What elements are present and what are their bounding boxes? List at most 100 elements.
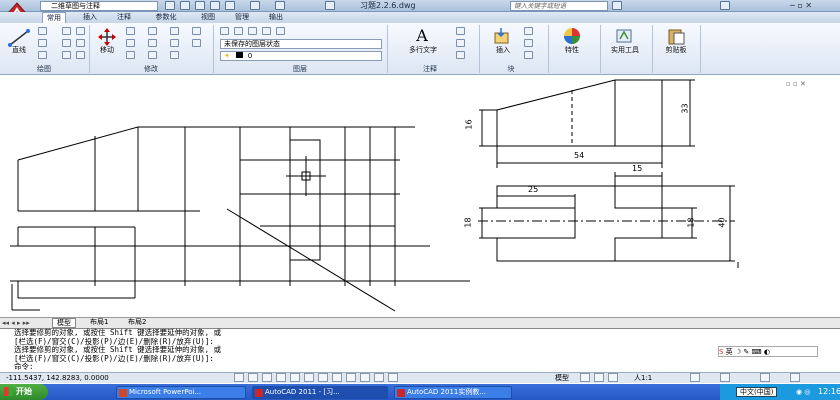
redo-icon[interactable]: [275, 1, 285, 10]
layer-off-icon[interactable]: [234, 27, 243, 35]
window-controls[interactable]: ─ ▫ ✕: [790, 1, 840, 11]
point-icon[interactable]: [76, 27, 85, 35]
layer-select[interactable]: ☀ 0: [220, 51, 382, 61]
table-icon[interactable]: [76, 51, 85, 59]
quick-properties-icon[interactable]: [388, 373, 398, 382]
start-button[interactable]: 开始: [0, 384, 48, 400]
linear-dimension-icon[interactable]: [456, 27, 465, 35]
open-icon[interactable]: [180, 1, 190, 10]
tab-layout2[interactable]: 布局2: [124, 318, 150, 328]
tab-view[interactable]: 视图: [196, 12, 220, 23]
layer-lock-icon[interactable]: [262, 27, 271, 35]
insert-button-label[interactable]: 插入: [488, 45, 518, 55]
region-icon[interactable]: [76, 39, 85, 47]
taskbar-autocad-2[interactable]: AutoCAD 2011实例教...: [394, 386, 512, 399]
create-block-icon[interactable]: [524, 27, 533, 35]
rectangle-icon[interactable]: [62, 27, 71, 35]
properties-button-label[interactable]: 特性: [556, 45, 588, 55]
erase-icon[interactable]: [170, 27, 179, 35]
fillet-icon[interactable]: [170, 39, 179, 47]
dyn-icon[interactable]: [346, 373, 356, 382]
table-tool-icon[interactable]: [456, 51, 465, 59]
plot-icon[interactable]: [225, 1, 235, 10]
help-icon[interactable]: [720, 1, 730, 10]
command-window[interactable]: 选择要修剪的对象, 或按住 Shift 键选择要延伸的对象, 或 [栏选(F)/…: [0, 328, 840, 372]
layer-freeze-icon[interactable]: [248, 27, 257, 35]
layer-match-icon[interactable]: [276, 27, 285, 35]
explode-icon[interactable]: [192, 27, 201, 35]
hatch-icon[interactable]: [62, 39, 71, 47]
circle-icon[interactable]: [38, 39, 47, 47]
panel-annotation-title[interactable]: 注释: [388, 65, 472, 74]
tab-home[interactable]: 常用: [42, 12, 66, 23]
undo-icon[interactable]: [250, 1, 260, 10]
ime-toolbar[interactable]: S 英 ☽ ✎ ⌨ ◐: [718, 346, 818, 357]
panel-draw-title[interactable]: 绘图: [0, 65, 88, 74]
move-button-label[interactable]: 移动: [94, 45, 120, 55]
utilities-icon[interactable]: [614, 27, 634, 45]
tab-output[interactable]: 输出: [264, 12, 288, 23]
tab-layout1[interactable]: 布局1: [86, 318, 112, 328]
properties-icon[interactable]: [562, 27, 582, 45]
clipboard-icon[interactable]: [666, 27, 686, 45]
panel-block-title[interactable]: 块: [480, 65, 542, 74]
qat-dropdown-icon[interactable]: [325, 1, 335, 10]
tray-icons[interactable]: ◉ ◎: [796, 388, 810, 396]
annotation-visibility-icon[interactable]: [690, 373, 700, 382]
polar-icon[interactable]: [276, 373, 286, 382]
rotate-icon[interactable]: [126, 27, 135, 35]
layout-icon[interactable]: [580, 373, 590, 382]
lock-icon[interactable]: [760, 373, 770, 382]
move-icon[interactable]: [96, 27, 118, 47]
clock[interactable]: 12:16: [818, 387, 840, 397]
save-as-icon[interactable]: [210, 1, 220, 10]
layer-properties-icon[interactable]: [220, 27, 229, 35]
language-indicator[interactable]: 中文(中国): [736, 387, 778, 397]
workspace-select[interactable]: 二维草图与注释: [40, 1, 158, 11]
polyline-icon[interactable]: [38, 27, 47, 35]
line-button-label[interactable]: 直线: [4, 45, 34, 55]
annotation-scale[interactable]: 人1:1: [634, 373, 652, 383]
search-icon[interactable]: [612, 1, 622, 10]
drawing-canvas[interactable]: 16 33 54 15 25 18 18 40 ▫ ▫ ✕: [0, 76, 840, 317]
search-input[interactable]: 键入关键字或短语: [510, 1, 608, 11]
tab-insert[interactable]: 插入: [78, 12, 102, 23]
grid-icon[interactable]: [248, 373, 258, 382]
otrack-icon[interactable]: [318, 373, 328, 382]
lineweight-icon[interactable]: [360, 373, 370, 382]
tab-nav-icon[interactable]: ◂◂ ◂ ▸ ▸▸: [2, 319, 30, 327]
leader-icon[interactable]: [456, 39, 465, 47]
text-icon[interactable]: A: [412, 27, 432, 45]
3d-osnap-icon[interactable]: [304, 373, 314, 382]
clipboard-button-label[interactable]: 剪贴板: [658, 45, 694, 55]
zoom-icon[interactable]: [608, 373, 618, 382]
workspace-switch-icon[interactable]: [720, 373, 730, 382]
tab-parametric[interactable]: 参数化: [148, 12, 184, 23]
ellipse-icon[interactable]: [62, 51, 71, 59]
mirror-icon[interactable]: [148, 39, 157, 47]
transparency-icon[interactable]: [374, 373, 384, 382]
taskbar-autocad-1[interactable]: AutoCAD 2011 - [习...: [252, 386, 388, 399]
stretch-icon[interactable]: [126, 51, 135, 59]
tab-annotate[interactable]: 注释: [112, 12, 136, 23]
ortho-icon[interactable]: [262, 373, 272, 382]
model-space-toggle[interactable]: 模型: [555, 373, 569, 383]
layer-state-select[interactable]: 未保存的图层状态: [220, 39, 382, 49]
new-icon[interactable]: [165, 1, 175, 10]
tab-manage[interactable]: 管理: [230, 12, 254, 23]
insert-block-icon[interactable]: [492, 27, 512, 45]
viewport-controls[interactable]: ▫ ▫ ✕: [786, 80, 806, 88]
osnap-icon[interactable]: [290, 373, 300, 382]
array-icon[interactable]: [170, 51, 179, 59]
offset-icon[interactable]: [192, 39, 201, 47]
arc-icon[interactable]: [38, 51, 47, 59]
snap-icon[interactable]: [234, 373, 244, 382]
panel-layers-title[interactable]: 图层: [214, 65, 386, 74]
block-attribute-icon[interactable]: [524, 51, 533, 59]
edit-block-icon[interactable]: [524, 39, 533, 47]
mtext-button-label[interactable]: 多行文字: [398, 45, 448, 55]
pan-icon[interactable]: [594, 373, 604, 382]
copy-icon[interactable]: [126, 39, 135, 47]
tab-model[interactable]: 模型: [52, 318, 76, 328]
taskbar-powerpoint[interactable]: Microsoft PowerPoi...: [116, 386, 246, 399]
